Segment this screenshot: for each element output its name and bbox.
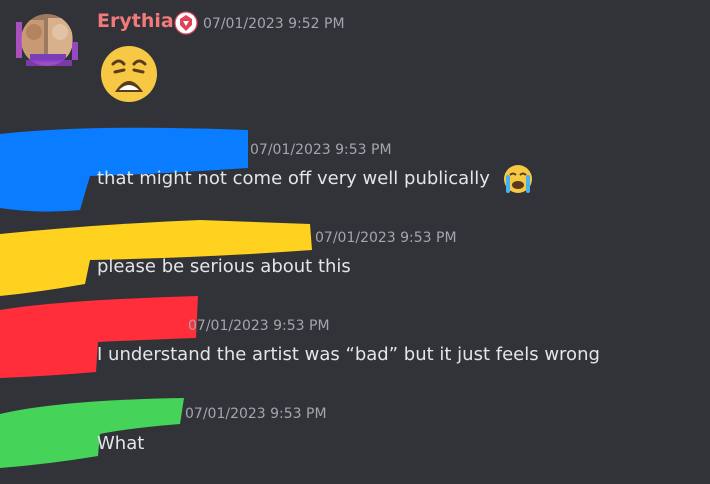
user-avatar[interactable] [16, 12, 78, 68]
message-timestamp: 07/01/2023 9:53 PM [250, 142, 392, 158]
message-timestamp: 07/01/2023 9:53 PM [315, 230, 457, 246]
message-text: please be serious about this [97, 256, 351, 277]
message-text: that might not come off very well public… [97, 168, 490, 189]
role-badge-icon[interactable] [173, 10, 199, 36]
weary-face-emoji[interactable] [97, 40, 161, 104]
message-text: I understand the artist was “bad” but it… [97, 344, 600, 365]
message-green: 07/01/2023 9:53 PM What [0, 380, 710, 472]
message-yellow: 07/01/2023 9:53 PM please be serious abo… [0, 200, 710, 296]
message-blue: 07/01/2023 9:53 PM that might not come o… [0, 110, 710, 212]
redacted-username-green [0, 398, 184, 468]
message-timestamp: 07/01/2023 9:52 PM [203, 16, 345, 32]
author-name[interactable]: Erythia [97, 10, 174, 32]
message-text: What [97, 433, 145, 454]
message-red: 07/01/2023 9:53 PM I understand the arti… [0, 290, 710, 380]
message-erythia: Erythia 07/01/2023 9:52 PM [0, 0, 710, 110]
message-timestamp: 07/01/2023 9:53 PM [188, 318, 330, 334]
message-timestamp: 07/01/2023 9:53 PM [185, 406, 327, 422]
redacted-username-red [0, 296, 198, 378]
loudly-crying-face-emoji[interactable] [502, 163, 534, 195]
